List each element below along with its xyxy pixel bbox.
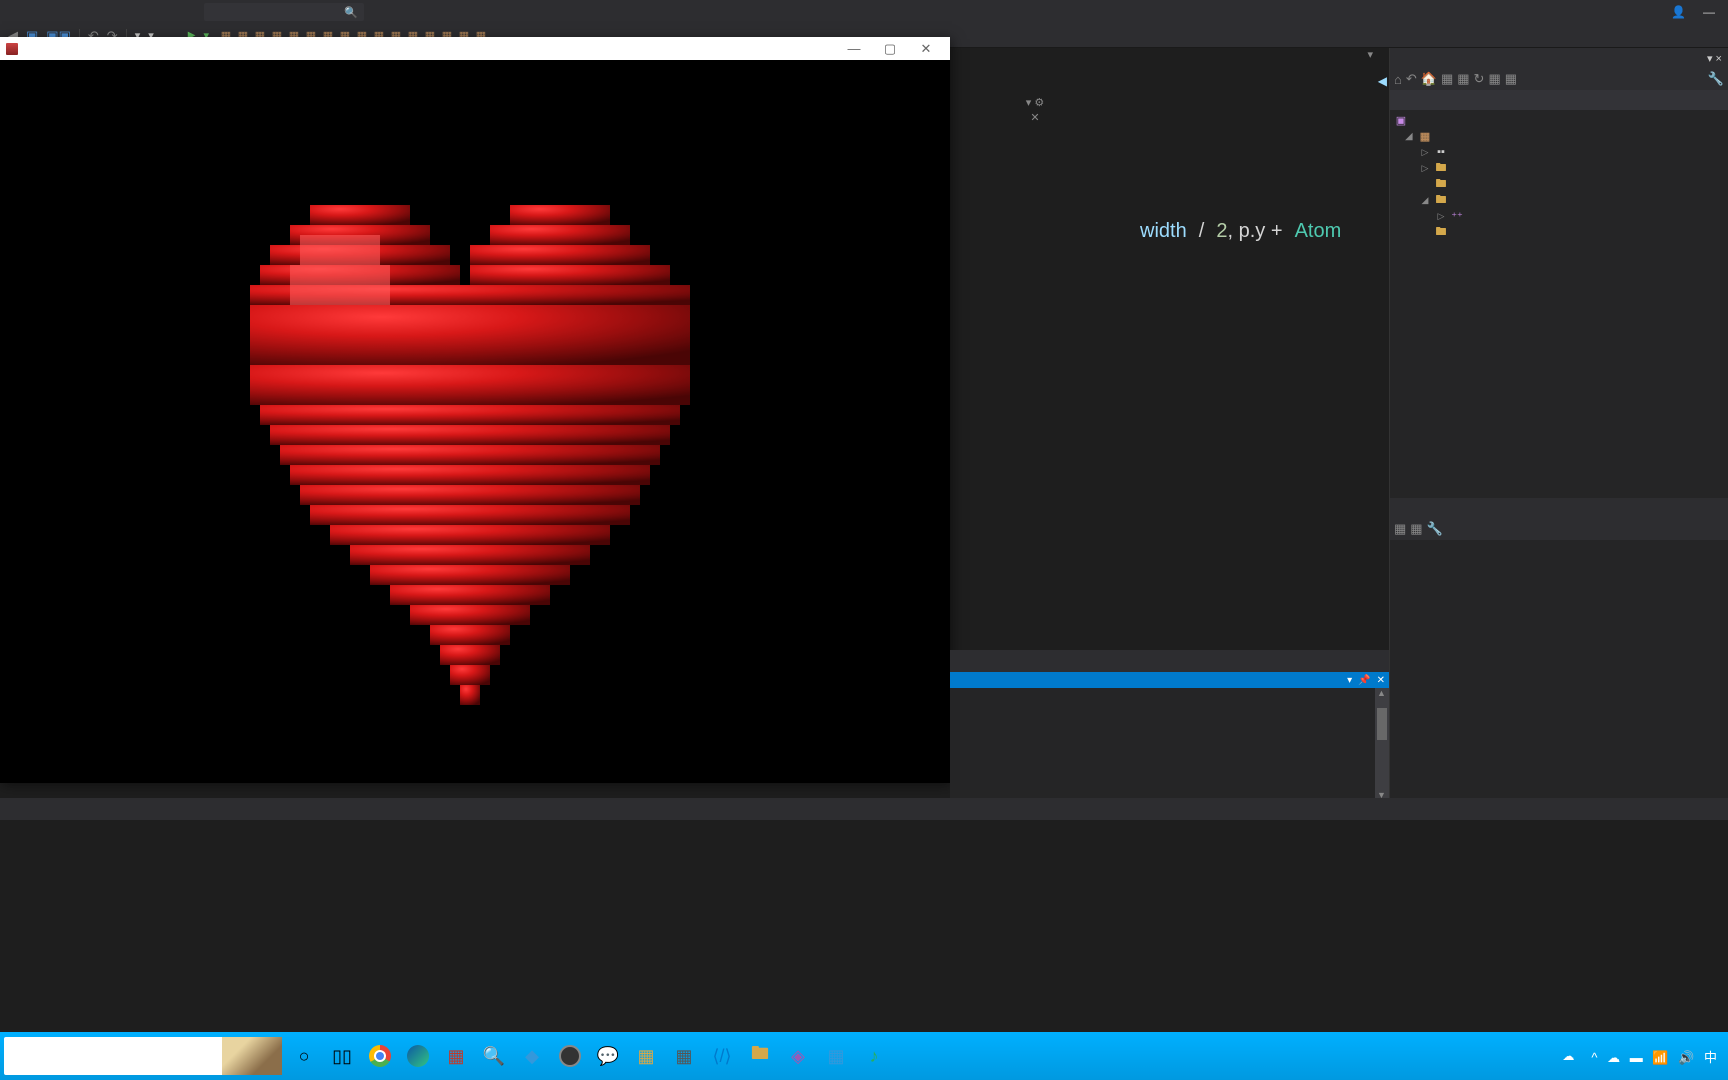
- heart-maximize[interactable]: ▢: [872, 41, 908, 57]
- qq-music-icon[interactable]: ♪: [856, 1037, 892, 1075]
- folder-icon: 🖿: [1434, 223, 1448, 242]
- heart-minimize[interactable]: —: [836, 41, 872, 56]
- wifi-icon[interactable]: 📶: [1652, 1050, 1670, 1065]
- explorer-icon[interactable]: 🖿: [742, 1037, 778, 1075]
- properties-toolbar: ▦ ▦ 🔧: [1390, 518, 1728, 540]
- go-button[interactable]: ◀: [1378, 74, 1387, 88]
- app-icon[interactable]: ▦: [628, 1037, 664, 1075]
- heart-titlebar[interactable]: — ▢ ✕: [0, 37, 950, 60]
- tray-icon[interactable]: ▬: [1630, 1050, 1645, 1065]
- dropdown-icon[interactable]: ▾ ⚙: [1026, 96, 1044, 109]
- close-icon[interactable]: ✕: [1030, 111, 1039, 124]
- sync-icon[interactable]: ▦: [1441, 71, 1453, 87]
- volume-icon[interactable]: 🔊: [1678, 1050, 1696, 1065]
- taskbar-weather[interactable]: ☁: [1562, 1049, 1582, 1063]
- project-icon: ▦: [1418, 130, 1432, 143]
- wrench-icon[interactable]: 🔧: [1708, 71, 1724, 87]
- dropdown-icon[interactable]: ▾: [1347, 675, 1352, 686]
- vscode-icon[interactable]: ⟨/⟩: [704, 1037, 740, 1075]
- close-icon[interactable]: ✕: [1377, 675, 1385, 686]
- heart-close[interactable]: ✕: [908, 41, 944, 57]
- home-icon[interactable]: 🏠: [1421, 71, 1437, 87]
- pin-icon[interactable]: 📌: [1358, 675, 1370, 686]
- windows-taskbar: ○ ▯▯ ▦ 🔍 ◆ 💬 ▦ ▦ ⟨/⟩ 🖿 ◈ ▦ ♪ ☁ ^ ☁ ▬ 📶 🔊…: [0, 1032, 1728, 1080]
- wechat-icon[interactable]: 💬: [590, 1037, 626, 1075]
- refs-icon: ▪▪: [1434, 146, 1448, 158]
- cortana-icon[interactable]: ○: [286, 1037, 322, 1075]
- login-button[interactable]: 👤: [1671, 5, 1686, 19]
- everything-icon[interactable]: 🔍: [476, 1037, 512, 1075]
- heart-app-window: — ▢ ✕: [0, 37, 950, 783]
- editor-visible-strip: ▾ ⚙ ✕ ▾ width / 2, p.y + Atom ◀: [1140, 48, 1389, 688]
- menu-bar: 🔍 👤 —: [0, 0, 1728, 24]
- solution-icon: ▣: [1394, 114, 1408, 127]
- cpp-icon: ⁺⁺: [1450, 210, 1464, 223]
- solution-header[interactable]: ▾ ×: [1390, 48, 1728, 68]
- editor-status-bar: [950, 650, 1389, 672]
- folder-icon: 🖿: [1434, 191, 1448, 210]
- app-icon[interactable]: ▦: [666, 1037, 702, 1075]
- vs-icon[interactable]: ◈: [780, 1037, 816, 1075]
- home-icon[interactable]: ⌂: [1394, 72, 1402, 87]
- chrome-icon[interactable]: [362, 1037, 398, 1075]
- task-view-icon[interactable]: ▯▯: [324, 1037, 360, 1075]
- output-panel-header[interactable]: ▾ 📌 ✕: [950, 672, 1389, 688]
- app-icon[interactable]: ▦: [438, 1037, 474, 1075]
- tray-icon[interactable]: ☁: [1607, 1050, 1622, 1065]
- tool-icon[interactable]: ▦: [1488, 71, 1500, 87]
- properties-panel: ▦ ▦ 🔧: [1389, 498, 1728, 798]
- scroll-thumb[interactable]: [1377, 708, 1387, 740]
- heart-canvas: [0, 60, 950, 783]
- heart-app-icon: [6, 43, 18, 55]
- heart-graphic: [250, 205, 690, 745]
- code-fragment: width / 2, p.y + Atom: [1140, 218, 1341, 243]
- solution-toolbar: ⌂ ↶ 🏠 ▦ ▦ ↻ ▦ ▦ 🔧: [1390, 68, 1728, 90]
- tool-icon[interactable]: ▦: [1505, 71, 1517, 87]
- system-tray[interactable]: ^ ☁ ▬ 📶 🔊 中: [1590, 1047, 1720, 1066]
- app-icon[interactable]: ▦: [818, 1037, 854, 1075]
- taskbar-search[interactable]: [4, 1037, 224, 1075]
- chevron-up-icon[interactable]: ^: [1591, 1050, 1599, 1065]
- ime-icon[interactable]: 中: [1704, 1050, 1719, 1065]
- refresh-icon[interactable]: ↻: [1474, 71, 1485, 87]
- minimize-button[interactable]: —: [1694, 5, 1724, 19]
- search-icon: 🔍: [344, 6, 358, 19]
- obs-icon[interactable]: [552, 1037, 588, 1075]
- tool-icon[interactable]: ▦: [1457, 71, 1469, 87]
- app-icon[interactable]: ◆: [514, 1037, 550, 1075]
- categorize-icon[interactable]: ▦: [1394, 521, 1406, 537]
- output-scrollbar[interactable]: ▲ ▼: [1375, 688, 1389, 800]
- back-icon[interactable]: ↶: [1406, 71, 1417, 87]
- alpha-icon[interactable]: ▦: [1410, 521, 1422, 537]
- search-box[interactable]: 🔍: [204, 3, 364, 21]
- properties-header[interactable]: [1390, 498, 1728, 518]
- ide-bottom-bar: [0, 798, 1728, 820]
- edge-icon[interactable]: [400, 1037, 436, 1075]
- solution-search[interactable]: [1390, 90, 1728, 110]
- taskbar-news-widget[interactable]: [222, 1037, 282, 1075]
- output-panel-body[interactable]: ▲ ▼: [950, 688, 1389, 800]
- wrench-icon[interactable]: 🔧: [1427, 521, 1443, 537]
- weather-icon: ☁: [1562, 1049, 1574, 1063]
